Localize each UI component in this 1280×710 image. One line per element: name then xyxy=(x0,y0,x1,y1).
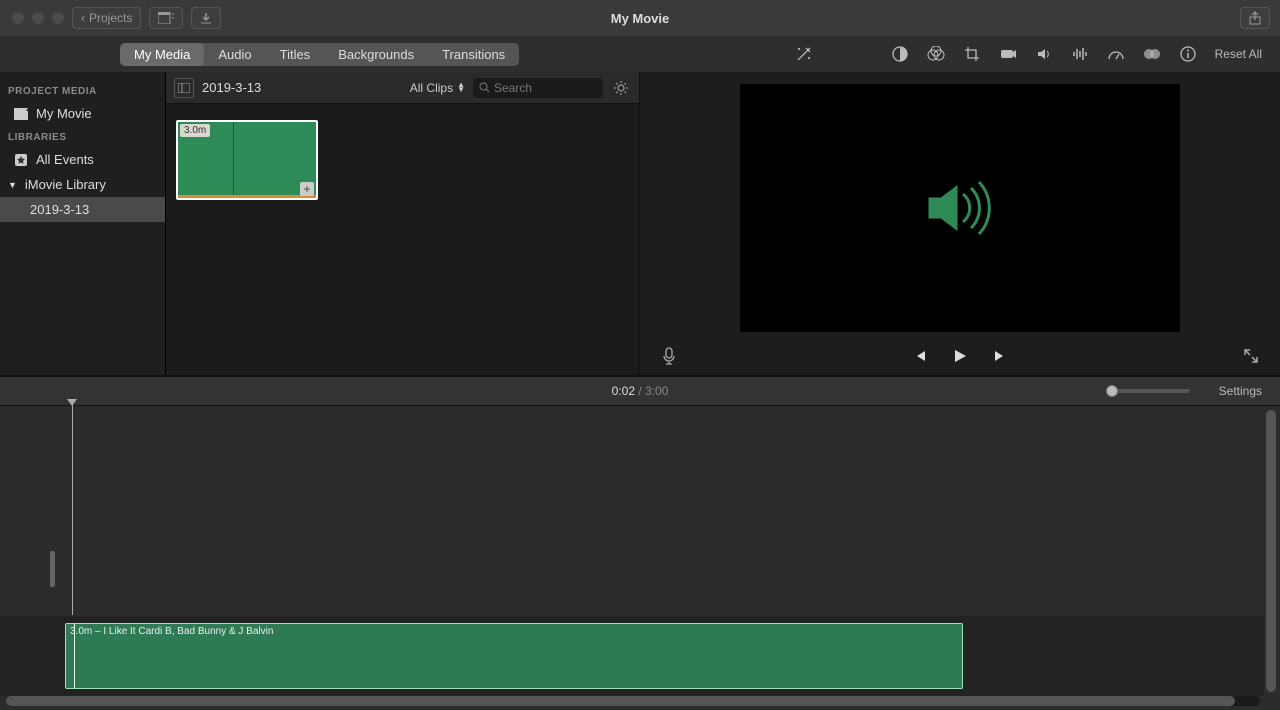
audio-speaker-icon xyxy=(921,178,999,238)
crop-button[interactable] xyxy=(963,45,981,63)
import-down-arrow-icon xyxy=(200,12,212,24)
sidebar-item-all-events[interactable]: All Events xyxy=(0,147,165,172)
timeline[interactable]: 3.0m – I Like It Cardi B, Bad Bunny & J … xyxy=(0,406,1280,710)
timeline-settings-button[interactable]: Settings xyxy=(1219,384,1262,398)
window-minimize-icon[interactable] xyxy=(32,12,44,24)
search-placeholder: Search xyxy=(494,81,532,95)
star-icon xyxy=(14,153,28,167)
enhance-wand-button[interactable] xyxy=(795,45,813,63)
media-clip[interactable]: 3.0m + xyxy=(176,120,318,200)
play-button[interactable] xyxy=(951,347,969,365)
total-time: 3:00 xyxy=(645,384,668,398)
search-icon xyxy=(479,82,490,93)
toggle-sidebar-button[interactable] xyxy=(174,78,194,98)
back-label: Projects xyxy=(89,11,132,25)
timeline-audio-clip[interactable]: 3.0m – I Like It Cardi B, Bad Bunny & J … xyxy=(65,623,963,689)
filters-button[interactable] xyxy=(1143,45,1161,63)
color-balance-button[interactable] xyxy=(891,45,909,63)
horizontal-scrollbar[interactable] xyxy=(6,696,1260,706)
vertical-scrollbar[interactable] xyxy=(1266,410,1276,692)
reset-all-button[interactable]: Reset All xyxy=(1215,47,1262,61)
timeline-clip-playhead xyxy=(74,624,75,688)
timeline-playhead[interactable] xyxy=(72,405,73,615)
voiceover-button[interactable] xyxy=(660,347,678,365)
color-correction-button[interactable] xyxy=(927,45,945,63)
time-bar: 0:02 / 3:00 Settings xyxy=(0,376,1280,406)
fullscreen-button[interactable] xyxy=(1242,347,1260,365)
sidebar-item-event[interactable]: 2019-3-13 xyxy=(0,197,165,222)
browser-settings-button[interactable] xyxy=(611,78,631,98)
clip-playhead-line xyxy=(233,122,234,198)
info-button[interactable] xyxy=(1179,45,1197,63)
speed-button[interactable] xyxy=(1107,45,1125,63)
tab-transitions[interactable]: Transitions xyxy=(428,43,519,66)
media-browser: 2019-3-13 All Clips ▲▼ Search 3.0m + xyxy=(166,72,640,375)
sidebar-event-label: 2019-3-13 xyxy=(30,202,89,217)
share-button[interactable] xyxy=(1240,7,1270,29)
sidebar-heading-libraries: LIBRARIES xyxy=(0,126,165,147)
clip-used-indicator xyxy=(178,195,316,198)
tab-backgrounds[interactable]: Backgrounds xyxy=(324,43,428,66)
sidebar-item-library[interactable]: ▼ iMovie Library xyxy=(0,172,165,197)
zoom-slider[interactable] xyxy=(1110,389,1190,393)
window-close-icon[interactable] xyxy=(12,12,24,24)
clip-duration-badge: 3.0m xyxy=(180,124,210,137)
volume-button[interactable] xyxy=(1035,45,1053,63)
tab-my-media[interactable]: My Media xyxy=(120,43,204,66)
viewer-pane xyxy=(640,72,1280,375)
library-sidebar: PROJECT MEDIA My Movie LIBRARIES All Eve… xyxy=(0,72,166,375)
import-button[interactable] xyxy=(191,7,221,29)
viewer-controls xyxy=(640,336,1280,375)
timeline-ruler[interactable] xyxy=(0,406,1280,416)
updown-icon: ▲▼ xyxy=(457,83,465,93)
next-button[interactable] xyxy=(991,347,1009,365)
tab-titles[interactable]: Titles xyxy=(266,43,325,66)
window-zoom-icon[interactable] xyxy=(52,12,64,24)
stabilization-button[interactable] xyxy=(999,45,1017,63)
share-icon xyxy=(1249,11,1261,25)
tab-audio[interactable]: Audio xyxy=(204,43,265,66)
preview-canvas[interactable] xyxy=(740,84,1180,332)
sidebar-heading-project-media: PROJECT MEDIA xyxy=(0,80,165,101)
sidebar-library-label: iMovie Library xyxy=(25,177,106,192)
timeline-clip-label: 3.0m – I Like It Cardi B, Bad Bunny & J … xyxy=(66,624,962,639)
sidebar-item-project[interactable]: My Movie xyxy=(0,101,165,126)
timeline-marker[interactable] xyxy=(50,551,55,587)
sidebar-project-label: My Movie xyxy=(36,106,92,121)
chevron-left-icon: ‹ xyxy=(81,11,85,25)
thumbnail-display-button[interactable] xyxy=(149,7,183,29)
filmstrip-icon xyxy=(158,12,174,24)
browser-event-name: 2019-3-13 xyxy=(202,80,261,95)
browser-header: 2019-3-13 All Clips ▲▼ Search xyxy=(166,72,639,104)
previous-button[interactable] xyxy=(911,347,929,365)
clip-filter-dropdown[interactable]: All Clips ▲▼ xyxy=(410,81,465,95)
titlebar: ‹ Projects My Movie xyxy=(0,0,1280,36)
current-time: 0:02 xyxy=(612,384,635,398)
media-tabs: My Media Audio Titles Backgrounds Transi… xyxy=(120,43,519,66)
media-tabs-row: My Media Audio Titles Backgrounds Transi… xyxy=(0,36,1280,72)
clip-add-button[interactable]: + xyxy=(300,182,314,196)
disclosure-triangle-icon[interactable]: ▼ xyxy=(8,180,17,190)
sidebar-all-events-label: All Events xyxy=(36,152,94,167)
clapperboard-icon xyxy=(14,107,28,121)
search-input[interactable]: Search xyxy=(473,78,603,98)
noise-eq-button[interactable] xyxy=(1071,45,1089,63)
back-projects-button[interactable]: ‹ Projects xyxy=(72,7,141,29)
window-title: My Movie xyxy=(611,11,670,26)
